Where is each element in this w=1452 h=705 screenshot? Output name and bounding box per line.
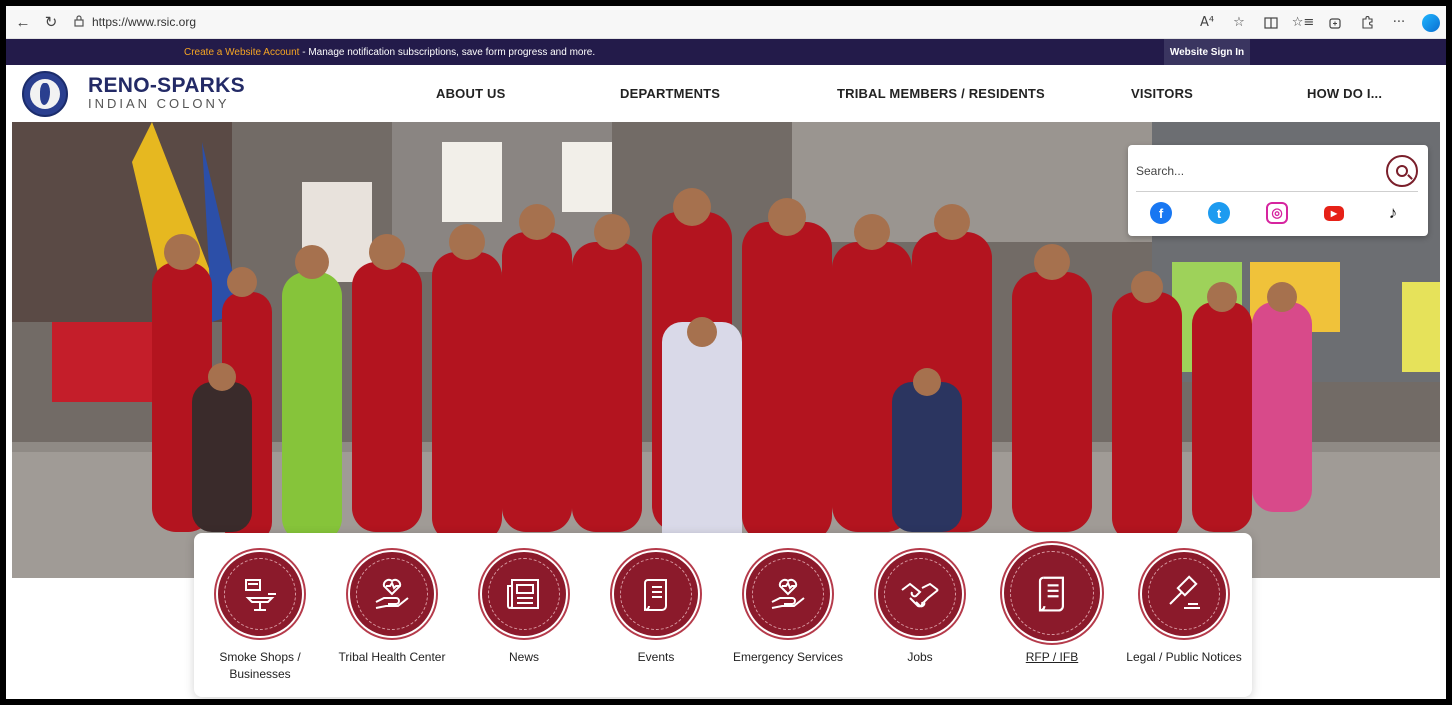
heart-hand-icon bbox=[350, 552, 434, 636]
extensions-icon[interactable] bbox=[1358, 14, 1376, 32]
nav-how-do-i[interactable]: HOW DO I... bbox=[1307, 86, 1382, 101]
quicklink-label: Emergency Services bbox=[732, 650, 844, 664]
quicklink-events[interactable]: Events bbox=[590, 533, 722, 697]
read-aloud-icon[interactable]: A⁴ bbox=[1198, 14, 1216, 32]
facebook-icon[interactable]: f bbox=[1150, 202, 1172, 224]
more-icon[interactable]: ··· bbox=[1390, 14, 1408, 32]
scroll-icon bbox=[614, 552, 698, 636]
quicklink-tribal-health-center[interactable]: Tribal Health Center bbox=[326, 533, 458, 697]
search-underline bbox=[1136, 191, 1418, 192]
browser-actions: A⁴ ☆ ☆≡ ··· bbox=[1198, 6, 1440, 39]
collections-icon[interactable] bbox=[1326, 14, 1344, 32]
quick-links-bar: Smoke Shops / Businesses Tribal Health C… bbox=[194, 533, 1252, 697]
quicklink-label: Legal / Public Notices bbox=[1126, 650, 1242, 664]
create-account-link[interactable]: Create a Website Account bbox=[184, 47, 299, 58]
search-input[interactable] bbox=[1136, 157, 1376, 185]
nav-about-us[interactable]: ABOUT US bbox=[436, 86, 506, 101]
lock-icon bbox=[74, 14, 84, 30]
youtube-icon[interactable]: ▶ bbox=[1324, 206, 1344, 221]
split-screen-icon[interactable] bbox=[1262, 14, 1280, 32]
favorites-icon[interactable]: ☆≡ bbox=[1292, 14, 1315, 32]
favorite-star-icon[interactable]: ☆ bbox=[1230, 14, 1248, 32]
search-social-panel: f t ◎ ▶ ♪ bbox=[1128, 145, 1428, 236]
website-sign-in-button[interactable]: Website Sign In bbox=[1164, 39, 1250, 65]
brand-subtitle: INDIAN COLONY bbox=[88, 96, 230, 111]
instagram-icon[interactable]: ◎ bbox=[1266, 202, 1288, 224]
heart-hand-icon bbox=[746, 552, 830, 636]
quicklink-label: RFP / IFB bbox=[1025, 650, 1079, 664]
url-text: https://www.rsic.org bbox=[92, 15, 197, 29]
quicklink-news[interactable]: News bbox=[458, 533, 590, 697]
browser-window: ← ↻ https://www.rsic.org A⁴ ☆ ☆≡ ··· Cre… bbox=[6, 6, 1446, 699]
notification-message: - Manage notification subscriptions, sav… bbox=[299, 46, 596, 58]
notification-text: Create a Website Account - Manage notifi… bbox=[184, 47, 595, 58]
smoke-shop-icon bbox=[218, 552, 302, 636]
quicklink-rfp-ifb[interactable]: RFP / IFB bbox=[986, 533, 1118, 697]
browser-toolbar: ← ↻ https://www.rsic.org A⁴ ☆ ☆≡ ··· bbox=[6, 6, 1446, 39]
quicklink-label: Tribal Health Center bbox=[338, 650, 446, 664]
nav-visitors[interactable]: VISITORS bbox=[1131, 86, 1193, 101]
tiktok-icon[interactable]: ♪ bbox=[1382, 202, 1404, 224]
handshake-icon bbox=[878, 552, 962, 636]
reload-icon[interactable]: ↻ bbox=[40, 11, 62, 33]
back-icon[interactable]: ← bbox=[12, 11, 34, 33]
newspaper-icon bbox=[482, 552, 566, 636]
quicklink-label: Smoke Shops / Businesses bbox=[219, 650, 301, 681]
search-icon bbox=[1396, 165, 1408, 177]
document-icon bbox=[1004, 545, 1100, 641]
brand-title: RENO-SPARKS bbox=[88, 74, 245, 97]
quicklink-smoke-shops-businesses[interactable]: Smoke Shops / Businesses bbox=[194, 533, 326, 697]
quicklink-label: Events bbox=[637, 650, 675, 664]
nav-departments[interactable]: DEPARTMENTS bbox=[620, 86, 720, 101]
quicklink-label: News bbox=[508, 650, 539, 664]
quicklink-jobs[interactable]: Jobs bbox=[854, 533, 986, 697]
address-bar[interactable]: https://www.rsic.org bbox=[74, 11, 196, 33]
search-button[interactable] bbox=[1386, 155, 1418, 187]
quicklink-label: Jobs bbox=[907, 650, 933, 664]
site-logo[interactable] bbox=[22, 71, 68, 117]
brand-wordmark[interactable]: RENO-SPARKS INDIAN COLONY bbox=[88, 75, 245, 111]
notification-bar: Create a Website Account - Manage notifi… bbox=[6, 39, 1446, 65]
twitter-icon[interactable]: t bbox=[1208, 202, 1230, 224]
nav-tribal-members-residents[interactable]: TRIBAL MEMBERS / RESIDENTS bbox=[837, 86, 1045, 101]
site-header: RENO-SPARKS INDIAN COLONY ABOUT US DEPAR… bbox=[6, 65, 1446, 122]
edge-logo-icon[interactable] bbox=[1422, 13, 1440, 32]
quicklink-legal-public-notices[interactable]: Legal / Public Notices bbox=[1118, 533, 1250, 697]
gavel-icon bbox=[1142, 552, 1226, 636]
quicklink-emergency-services[interactable]: Emergency Services bbox=[722, 533, 854, 697]
